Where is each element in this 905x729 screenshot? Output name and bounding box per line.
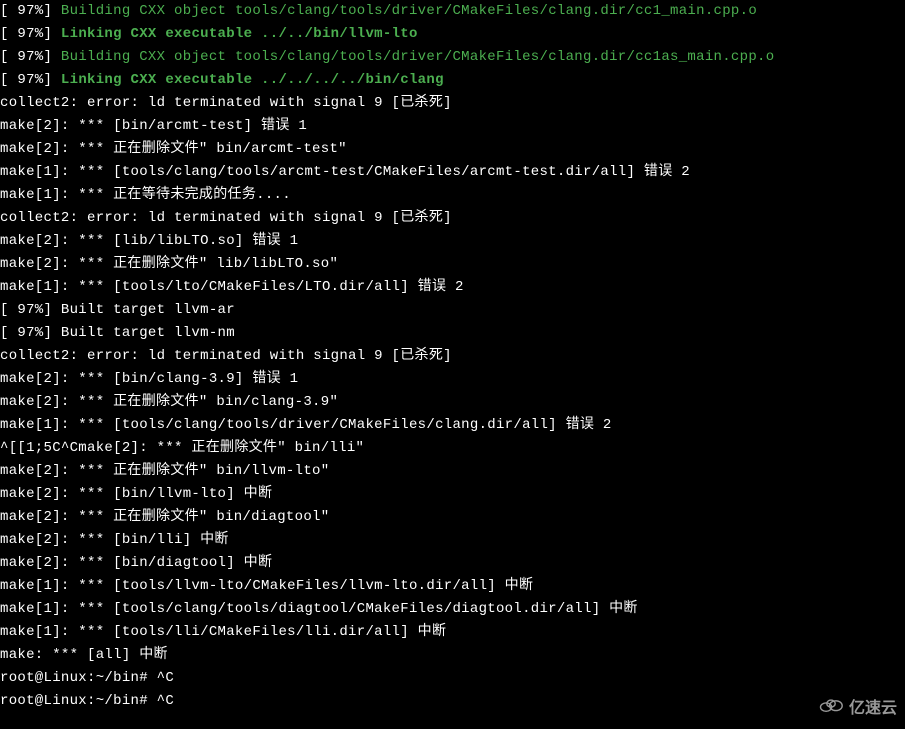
terminal-segment: collect2: error: ld terminated with sign… — [0, 348, 452, 364]
terminal-line: [ 97%] Linking CXX executable ../../../.… — [0, 69, 905, 92]
terminal-line: make[2]: *** 正在删除文件" bin/llvm-lto" — [0, 460, 905, 483]
terminal-segment: make[1]: *** 正在等待未完成的任务.... — [0, 187, 291, 203]
terminal-line: [ 97%] Built target llvm-nm — [0, 322, 905, 345]
terminal-line: make[1]: *** [tools/clang/tools/diagtool… — [0, 598, 905, 621]
terminal-line: make[1]: *** [tools/lli/CMakeFiles/lli.d… — [0, 621, 905, 644]
terminal-line: make[2]: *** 正在删除文件" bin/diagtool" — [0, 506, 905, 529]
terminal-segment: make[2]: *** 正在删除文件" bin/llvm-lto" — [0, 463, 329, 479]
terminal-segment: make[1]: *** [tools/clang/tools/driver/C… — [0, 417, 612, 433]
terminal-segment: make[2]: *** 正在删除文件" bin/clang-3.9" — [0, 394, 338, 410]
terminal-line: [ 97%] Built target llvm-ar — [0, 299, 905, 322]
terminal-segment: collect2: error: ld terminated with sign… — [0, 210, 452, 226]
terminal-line: ^[[1;5C^Cmake[2]: *** 正在删除文件" bin/lli" — [0, 437, 905, 460]
terminal-segment: make[2]: *** [bin/lli] 中断 — [0, 532, 229, 548]
terminal-line: make[2]: *** [bin/lli] 中断 — [0, 529, 905, 552]
terminal-line: make[1]: *** [tools/clang/tools/driver/C… — [0, 414, 905, 437]
terminal-line: collect2: error: ld terminated with sign… — [0, 207, 905, 230]
terminal-segment: root@Linux:~/bin# ^C — [0, 693, 174, 709]
terminal-segment: root@Linux:~/bin# ^C — [0, 670, 174, 686]
terminal-segment: make: *** [all] 中断 — [0, 647, 168, 663]
terminal-segment: [ 97%] — [0, 26, 61, 42]
terminal-segment: Building CXX object tools/clang/tools/dr… — [61, 49, 775, 65]
terminal-segment: Building CXX object tools/clang/tools/dr… — [61, 3, 757, 19]
terminal-segment: [ 97%] Built target llvm-nm — [0, 325, 235, 341]
terminal-line: make[2]: *** [bin/diagtool] 中断 — [0, 552, 905, 575]
terminal-line: make[1]: *** 正在等待未完成的任务.... — [0, 184, 905, 207]
terminal-line: make[2]: *** 正在删除文件" bin/clang-3.9" — [0, 391, 905, 414]
terminal-line: root@Linux:~/bin# ^C — [0, 690, 905, 713]
terminal-segment: ^[[1;5C^Cmake[2]: *** 正在删除文件" bin/lli" — [0, 440, 364, 456]
terminal-segment: collect2: error: ld terminated with sign… — [0, 95, 452, 111]
terminal-segment: [ 97%] — [0, 72, 61, 88]
terminal-line: [ 97%] Linking CXX executable ../../bin/… — [0, 23, 905, 46]
terminal-line: make[2]: *** 正在删除文件" bin/arcmt-test" — [0, 138, 905, 161]
terminal-line: [ 97%] Building CXX object tools/clang/t… — [0, 0, 905, 23]
terminal-segment: make[2]: *** [bin/arcmt-test] 错误 1 — [0, 118, 307, 134]
watermark-text: 亿速云 — [849, 697, 897, 720]
terminal-line: make[1]: *** [tools/lto/CMakeFiles/LTO.d… — [0, 276, 905, 299]
terminal-line: make[2]: *** [bin/llvm-lto] 中断 — [0, 483, 905, 506]
terminal-line: make[2]: *** [lib/libLTO.so] 错误 1 — [0, 230, 905, 253]
terminal-line: collect2: error: ld terminated with sign… — [0, 92, 905, 115]
terminal-line: [ 97%] Building CXX object tools/clang/t… — [0, 46, 905, 69]
terminal-segment: [ 97%] — [0, 49, 61, 65]
terminal-segment: Linking CXX executable ../../bin/llvm-lt… — [61, 26, 418, 42]
terminal-segment: Linking CXX executable ../../../../bin/c… — [61, 72, 444, 88]
terminal-segment: make[2]: *** [bin/clang-3.9] 错误 1 — [0, 371, 298, 387]
terminal-segment: make[2]: *** 正在删除文件" bin/arcmt-test" — [0, 141, 347, 157]
terminal-segment: make[2]: *** [bin/llvm-lto] 中断 — [0, 486, 272, 502]
terminal-line: make[2]: *** [bin/arcmt-test] 错误 1 — [0, 115, 905, 138]
terminal-line: make[2]: *** [bin/clang-3.9] 错误 1 — [0, 368, 905, 391]
watermark: 亿速云 — [817, 696, 897, 721]
terminal-segment: make[2]: *** 正在删除文件" lib/libLTO.so" — [0, 256, 338, 272]
terminal-line: collect2: error: ld terminated with sign… — [0, 345, 905, 368]
terminal-line: make[2]: *** 正在删除文件" lib/libLTO.so" — [0, 253, 905, 276]
cloud-icon — [817, 696, 845, 721]
terminal-line: root@Linux:~/bin# ^C — [0, 667, 905, 690]
terminal-segment: make[1]: *** [tools/clang/tools/diagtool… — [0, 601, 638, 617]
terminal-line: make[1]: *** [tools/clang/tools/arcmt-te… — [0, 161, 905, 184]
terminal-segment: make[1]: *** [tools/lli/CMakeFiles/lli.d… — [0, 624, 446, 640]
terminal-segment: make[1]: *** [tools/llvm-lto/CMakeFiles/… — [0, 578, 533, 594]
terminal-segment: make[2]: *** [lib/libLTO.so] 错误 1 — [0, 233, 298, 249]
terminal-segment: make[2]: *** 正在删除文件" bin/diagtool" — [0, 509, 329, 525]
terminal-segment: make[1]: *** [tools/clang/tools/arcmt-te… — [0, 164, 690, 180]
terminal-segment: [ 97%] — [0, 3, 61, 19]
terminal-segment: make[2]: *** [bin/diagtool] 中断 — [0, 555, 272, 571]
terminal-line: make[1]: *** [tools/llvm-lto/CMakeFiles/… — [0, 575, 905, 598]
terminal-segment: [ 97%] Built target llvm-ar — [0, 302, 235, 318]
terminal-output: [ 97%] Building CXX object tools/clang/t… — [0, 0, 905, 713]
terminal-line: make: *** [all] 中断 — [0, 644, 905, 667]
terminal-segment: make[1]: *** [tools/lto/CMakeFiles/LTO.d… — [0, 279, 464, 295]
